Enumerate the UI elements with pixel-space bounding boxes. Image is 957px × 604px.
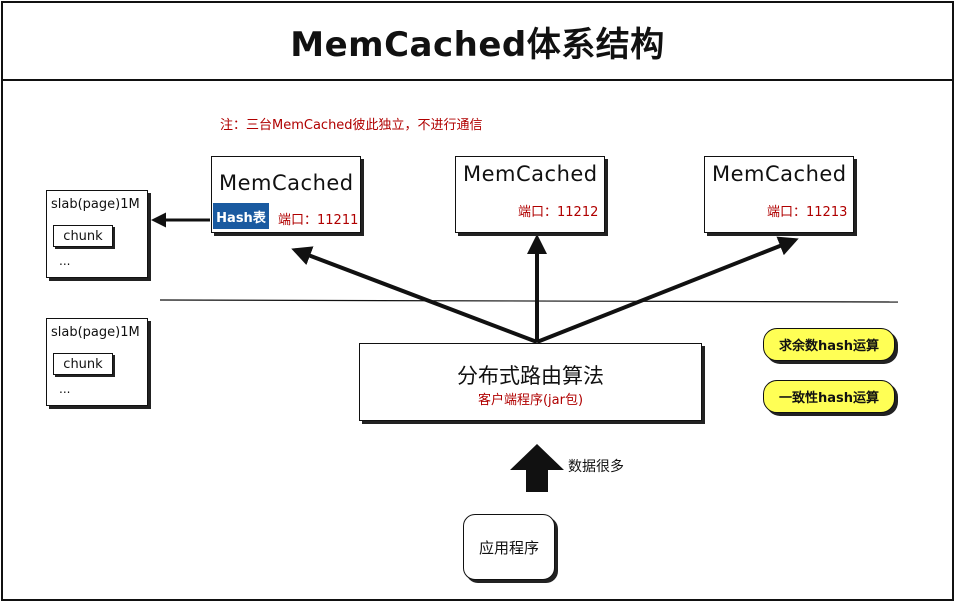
slab-box-2: slab(page)1M chunk ... <box>46 318 148 406</box>
application-label: 应用程序 <box>478 538 539 557</box>
server-port: 端口：11212 <box>518 205 599 220</box>
application-box: 应用程序 <box>463 514 555 580</box>
server-port: 端口：11211 <box>278 213 359 228</box>
router-title: 分布式路由算法 <box>457 364 604 388</box>
consistent-hash-pill: 一致性hash运算 <box>763 380 895 413</box>
memcached-server-2: MemCached 端口：11212 <box>455 156 605 233</box>
arrow-to-server-3 <box>536 236 799 344</box>
more-ellipsis: ... <box>59 254 71 268</box>
more-ellipsis: ... <box>59 382 71 396</box>
modulo-hash-pill: 求余数hash运算 <box>763 328 895 361</box>
memcached-server-1: MemCached Hash表 端口：11211 <box>211 156 361 233</box>
divider-line <box>159 299 899 303</box>
memcached-server-3: MemCached 端口：11213 <box>704 156 854 233</box>
slab-box-1: slab(page)1M chunk ... <box>46 190 148 278</box>
server-name: MemCached <box>463 162 598 186</box>
slab-label: slab(page)1M <box>51 325 140 340</box>
chunk-box: chunk <box>53 353 113 375</box>
big-up-arrow <box>510 444 564 492</box>
data-volume-label: 数据很多 <box>568 459 624 475</box>
chunk-box: chunk <box>53 225 113 247</box>
hash-table-badge: Hash表 <box>213 203 269 229</box>
router-subtitle: 客户端程序(jar包) <box>477 393 584 408</box>
server-name: MemCached <box>219 171 354 195</box>
slab-label: slab(page)1M <box>51 197 140 212</box>
server-name: MemCached <box>712 162 847 186</box>
distributed-router-box: 分布式路由算法 客户端程序(jar包) <box>359 343 702 421</box>
arrow-to-server-1 <box>291 246 538 344</box>
server-port: 端口：11213 <box>767 205 848 220</box>
